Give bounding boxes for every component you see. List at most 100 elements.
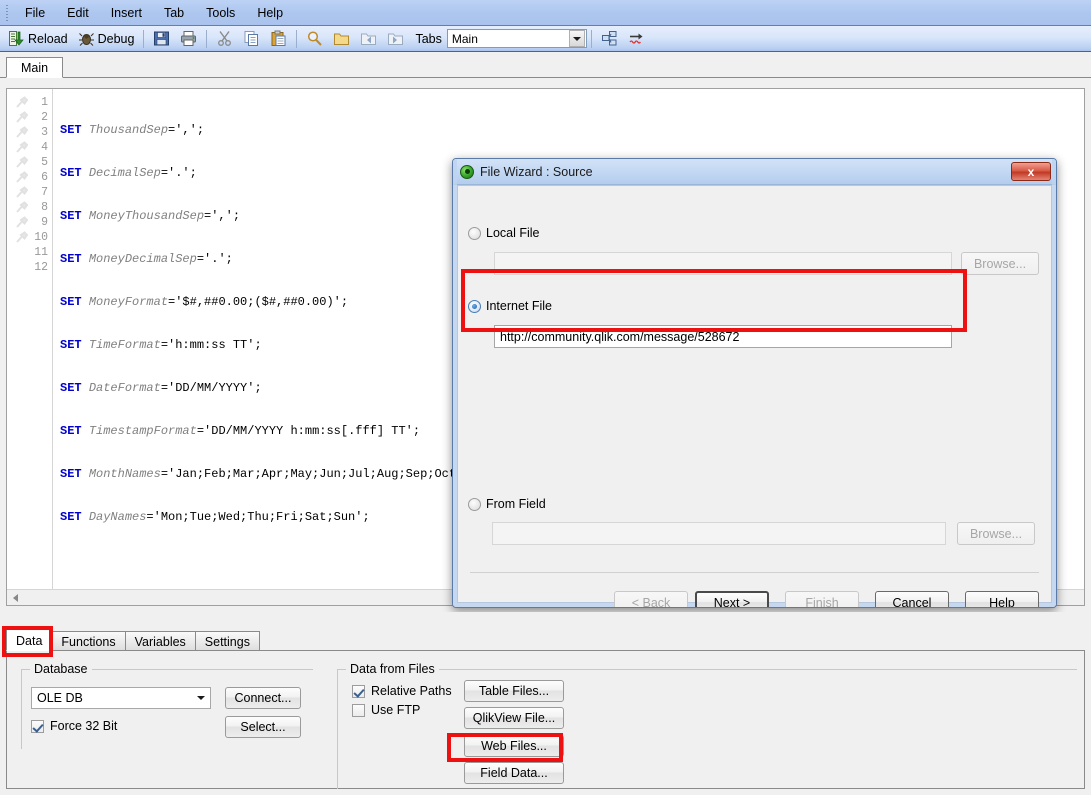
internet-file-input[interactable]: http://community.qlik.com/message/528672 bbox=[494, 325, 952, 348]
line-number: 5 bbox=[41, 156, 48, 169]
field-data-button[interactable]: Field Data... bbox=[464, 762, 564, 784]
debug-label: Debug bbox=[97, 31, 135, 46]
code-variable: TimestampFormat bbox=[88, 424, 197, 438]
tab-variables[interactable]: Variables bbox=[124, 631, 196, 651]
hammer-icon bbox=[16, 141, 28, 153]
code-keyword: SET bbox=[60, 510, 89, 524]
save-button[interactable] bbox=[148, 27, 175, 50]
file-wizard-dialog: File Wizard : Source x Local File Browse… bbox=[452, 158, 1057, 608]
from-field-radio-row[interactable]: From Field bbox=[468, 497, 546, 511]
from-field-browse-button[interactable]: Browse... bbox=[957, 522, 1035, 545]
qlikview-file-button[interactable]: QlikView File... bbox=[464, 707, 564, 729]
local-file-input[interactable] bbox=[494, 252, 952, 275]
syntax-check-button[interactable] bbox=[623, 27, 650, 50]
print-button[interactable] bbox=[175, 27, 202, 50]
relative-paths-row[interactable]: Relative Paths bbox=[352, 684, 452, 698]
gutter-row: 1 bbox=[7, 95, 52, 110]
tab-settings[interactable]: Settings bbox=[194, 631, 260, 651]
menu-item-insert[interactable]: Insert bbox=[100, 3, 153, 23]
menu-drag-grip[interactable] bbox=[4, 3, 11, 22]
code-keyword: SET bbox=[60, 381, 89, 395]
menu-item-tools[interactable]: Tools bbox=[195, 3, 246, 23]
finish-button[interactable]: Finish bbox=[785, 591, 859, 607]
select-button[interactable]: Select... bbox=[225, 716, 301, 738]
code-literal: ='Jan;Feb;Mar;Apr;May;Jun;Jul;Aug;Sep;Oc… bbox=[160, 467, 464, 481]
menu-item-edit[interactable]: Edit bbox=[56, 3, 100, 23]
internet-file-radio[interactable] bbox=[468, 299, 481, 313]
qlikview-icon bbox=[460, 164, 474, 179]
code-variable: MoneyFormat bbox=[88, 295, 169, 309]
use-ftp-checkbox[interactable] bbox=[352, 703, 365, 717]
code-literal: ='DD/MM/YYYY'; bbox=[160, 381, 262, 395]
force-32-bit-label: Force 32 Bit bbox=[50, 719, 118, 733]
tabs-dropdown[interactable]: Main bbox=[446, 29, 587, 48]
reload-icon bbox=[9, 31, 24, 46]
internet-file-radio-row[interactable]: Internet File bbox=[468, 299, 552, 313]
dialog-title-bar[interactable]: File Wizard : Source x bbox=[453, 159, 1056, 185]
use-ftp-row[interactable]: Use FTP bbox=[352, 703, 420, 717]
local-file-radio[interactable] bbox=[468, 226, 481, 240]
next-button[interactable]: Next > bbox=[695, 591, 769, 607]
scroll-left-arrow-icon[interactable] bbox=[7, 590, 23, 605]
toolbar: Reload Debug Tabs Main bbox=[0, 26, 1091, 52]
database-group-title: Database bbox=[30, 662, 92, 676]
forward-button[interactable] bbox=[382, 27, 409, 50]
chevron-down-icon[interactable] bbox=[568, 30, 585, 47]
back-button[interactable] bbox=[355, 27, 382, 50]
menu-item-tab[interactable]: Tab bbox=[153, 3, 195, 23]
code-literal: ='$#,##0.00;($#,##0.00)'; bbox=[168, 295, 349, 309]
from-field-input[interactable] bbox=[492, 522, 946, 545]
tabs-label: Tabs bbox=[415, 31, 442, 46]
code-keyword: SET bbox=[60, 166, 89, 180]
line-number: 9 bbox=[41, 216, 48, 229]
web-files-button[interactable]: Web Files... bbox=[464, 735, 564, 757]
hammer-icon bbox=[16, 156, 28, 168]
cut-button[interactable] bbox=[211, 27, 238, 50]
tab-data[interactable]: Data bbox=[6, 629, 53, 651]
menu-item-file[interactable]: File bbox=[14, 3, 56, 23]
reload-button[interactable]: Reload bbox=[3, 27, 73, 50]
table-files-button[interactable]: Table Files... bbox=[464, 680, 564, 702]
cancel-button[interactable]: Cancel bbox=[875, 591, 949, 607]
back-icon bbox=[361, 33, 377, 45]
code-literal: =','; bbox=[204, 209, 241, 223]
force-32-bit-checkbox[interactable] bbox=[31, 719, 44, 733]
table-viewer-button[interactable] bbox=[596, 27, 623, 50]
local-file-radio-row[interactable]: Local File bbox=[468, 226, 540, 240]
local-file-browse-button[interactable]: Browse... bbox=[961, 252, 1039, 275]
gutter-row: 3 bbox=[7, 125, 52, 140]
toolbar-separator-3 bbox=[296, 29, 298, 48]
bottom-panel: Data Functions Variables Settings Databa… bbox=[0, 612, 1091, 795]
tab-functions[interactable]: Functions bbox=[51, 631, 126, 651]
gutter-row: 5 bbox=[7, 155, 52, 170]
line-number: 1 bbox=[41, 96, 48, 109]
paste-button[interactable] bbox=[265, 27, 292, 50]
code-literal: ='h:mm:ss TT'; bbox=[160, 338, 262, 352]
debug-button[interactable]: Debug bbox=[73, 27, 140, 50]
help-button[interactable]: Help bbox=[965, 591, 1039, 607]
script-tab-main[interactable]: Main bbox=[6, 57, 64, 78]
menu-item-help[interactable]: Help bbox=[246, 3, 294, 23]
line-number: 3 bbox=[41, 126, 48, 139]
debug-icon bbox=[78, 33, 94, 46]
relative-paths-checkbox[interactable] bbox=[352, 684, 365, 698]
back-button[interactable]: < Back bbox=[614, 591, 688, 607]
connect-button[interactable]: Connect... bbox=[225, 687, 301, 709]
database-provider-dropdown[interactable]: OLE DB bbox=[31, 687, 211, 709]
chevron-down-icon[interactable] bbox=[192, 696, 210, 700]
hammer-icon bbox=[16, 186, 28, 198]
copy-button[interactable] bbox=[238, 27, 265, 50]
search-icon bbox=[308, 31, 323, 46]
from-field-label: From Field bbox=[486, 497, 546, 511]
from-field-radio[interactable] bbox=[468, 497, 481, 511]
gutter-row: 10 bbox=[7, 230, 52, 245]
open-folder-button[interactable] bbox=[328, 27, 355, 50]
code-keyword: SET bbox=[60, 467, 89, 481]
code-keyword: SET bbox=[60, 209, 89, 223]
find-button[interactable] bbox=[301, 27, 328, 50]
toolbar-separator-1 bbox=[143, 29, 145, 48]
gutter-row: 8 bbox=[7, 200, 52, 215]
force-32-bit-row[interactable]: Force 32 Bit bbox=[31, 719, 117, 733]
close-icon[interactable]: x bbox=[1011, 162, 1051, 181]
hammer-icon bbox=[16, 216, 28, 228]
